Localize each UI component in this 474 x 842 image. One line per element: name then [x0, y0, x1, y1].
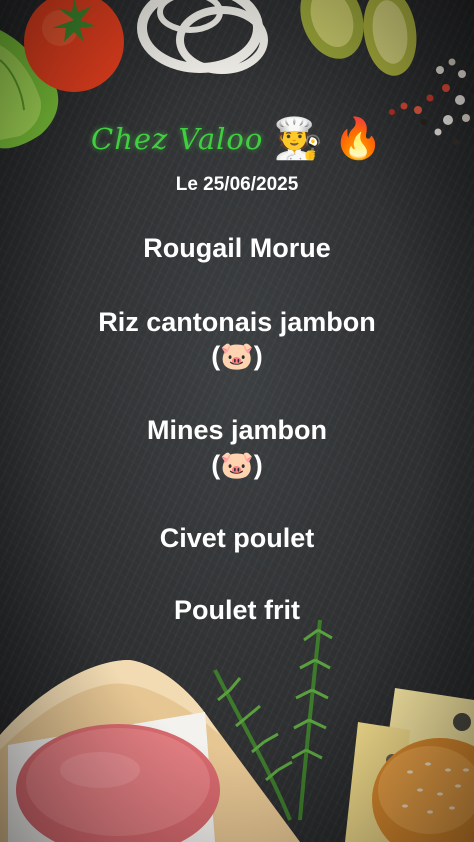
- menu-item-1: Rougail Morue: [143, 233, 331, 263]
- menu-item-2: Riz cantonais jambon: [98, 307, 376, 337]
- onion-rings-illustration: [137, 0, 268, 74]
- menu-date: Le 25/06/2025: [175, 174, 299, 195]
- brand-name: Chez Valoo: [91, 122, 264, 156]
- pig-icon: (🐷): [211, 341, 263, 371]
- menu-board: Chez Valoo 🧑‍🍳 🔥 Le 25/06/2025 Rougail M…: [0, 0, 474, 842]
- menu-item-4: Civet poulet: [159, 523, 315, 553]
- brand-row: Chez Valoo 🧑‍🍳 🔥: [0, 108, 474, 170]
- pig-icon: (🐷): [211, 450, 263, 480]
- pickles-illustration: [300, 0, 417, 76]
- menu-item-3: Mines jambon: [146, 415, 328, 445]
- chef-icon: 🧑‍🍳: [273, 117, 324, 161]
- menu-item-5: Poulet frit: [174, 595, 300, 625]
- fire-icon: 🔥: [333, 117, 383, 161]
